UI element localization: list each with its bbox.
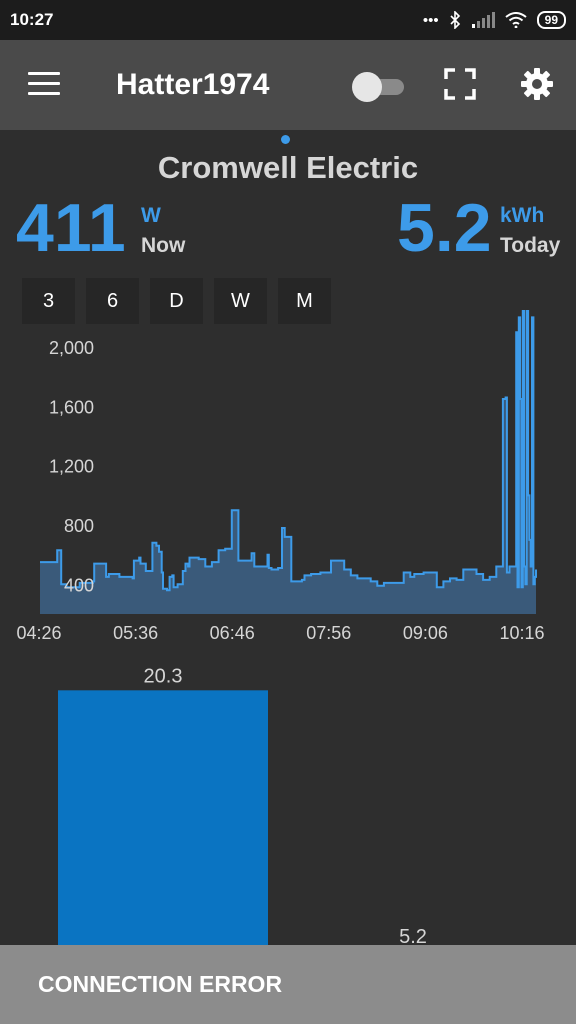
x-tick-label: 09:06 (403, 623, 448, 643)
bar-value-label: 20.3 (144, 665, 183, 687)
status-icons: ••• 99 (423, 11, 566, 29)
x-tick-label: 06:46 (210, 623, 255, 643)
y-tick-label: 400 (64, 575, 94, 595)
more-icon: ••• (422, 11, 439, 29)
daily-energy-bar-chart: 20.3 5.2 (58, 665, 518, 945)
wifi-icon (505, 12, 527, 28)
power-area-fill (40, 310, 536, 614)
battery-icon: 99 (536, 11, 566, 29)
power-now-value: 411 (16, 190, 126, 266)
signal-icon (471, 12, 495, 28)
x-tick-label: 10:16 (499, 623, 544, 643)
status-bar: 10:27 ••• 99 (0, 0, 576, 40)
energy-today-value: 5.2 (397, 190, 492, 266)
bluetooth-icon (450, 11, 460, 29)
connection-error-banner: CONNECTION ERROR (0, 945, 576, 1024)
x-tick-label: 04:26 (16, 623, 61, 643)
meter-name: Cromwell Electric (157, 150, 419, 185)
menu-icon[interactable] (28, 72, 60, 96)
y-tick-label: 1,600 (49, 397, 94, 417)
energy-bar (58, 690, 268, 945)
bar-value-label: 5.2 (399, 926, 427, 945)
x-tick-label: 05:36 (113, 623, 158, 643)
gear-icon[interactable] (520, 67, 554, 101)
energy-unit: kWh (500, 204, 545, 227)
y-tick-label: 2,000 (49, 338, 94, 358)
status-time: 10:27 (10, 10, 54, 29)
app-title: Hatter1974 (116, 68, 270, 101)
toggle-switch[interactable] (352, 72, 406, 102)
toggle-thumb (352, 72, 382, 102)
y-tick-label: 1,200 (49, 457, 94, 477)
fullscreen-icon[interactable] (444, 68, 476, 100)
power-unit: W (141, 204, 161, 227)
power-now-label: Now (141, 234, 186, 257)
power-line-chart: 400 800 1,200 1,600 2,000 04:26 05:36 06:46 07:5… (16, 310, 545, 643)
x-tick-label: 07:56 (306, 623, 351, 643)
y-tick-label: 800 (64, 516, 94, 536)
page-indicator-dot (281, 135, 290, 144)
app-bar: Hatter1974 (0, 40, 576, 130)
energy-today-label: Today (500, 234, 561, 257)
